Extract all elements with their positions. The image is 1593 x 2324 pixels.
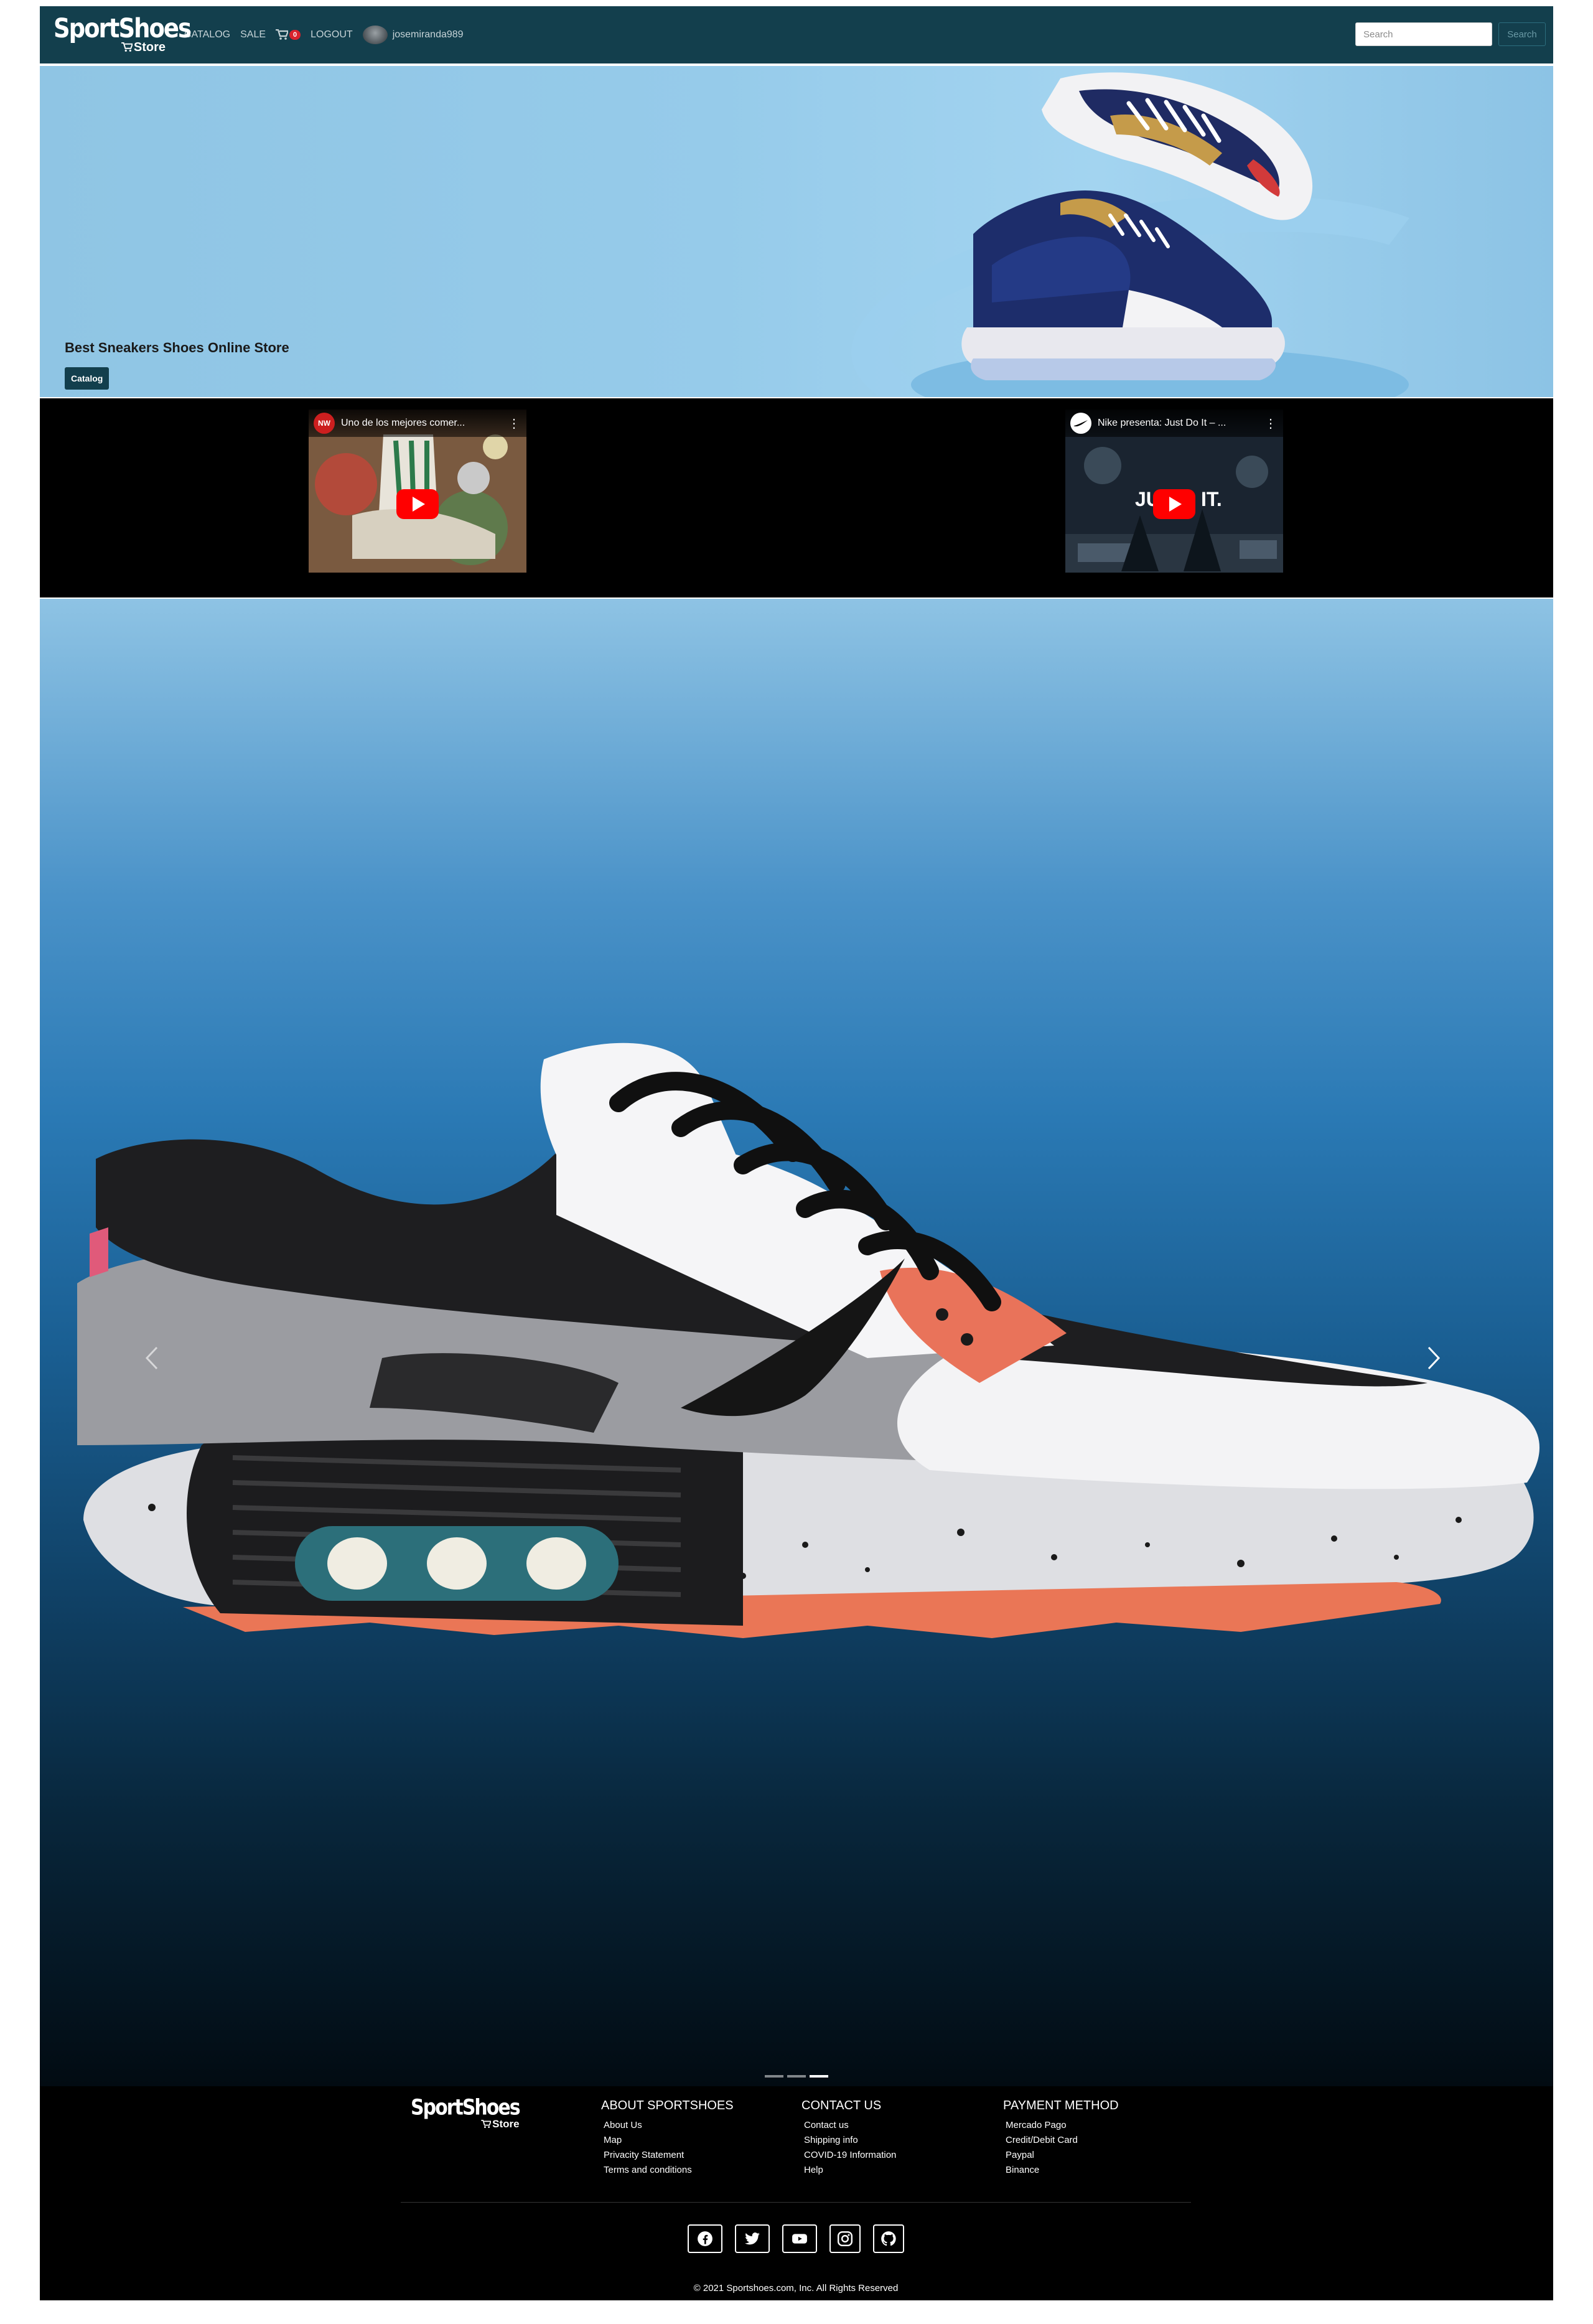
footer-link-privacy[interactable]: Privacity Statement <box>604 2150 684 2160</box>
twitter-icon <box>745 2233 760 2245</box>
youtube-button[interactable] <box>782 2224 817 2253</box>
carousel-prev-button[interactable] <box>139 1339 164 1377</box>
footer-inner: SportShoes Store ABOUT SPORTSHOES About … <box>401 2086 1191 2300</box>
carousel-next-button[interactable] <box>1421 1339 1446 1377</box>
video-overlay-text-right: IT. <box>1201 488 1222 510</box>
video-section: NW Uno de los mejores comer... ⋮ Nike pr… <box>40 398 1553 597</box>
shopping-cart-icon <box>276 29 289 40</box>
nav-catalog[interactable]: CATALOG <box>184 29 230 40</box>
cart-button[interactable]: 0 <box>276 29 301 40</box>
chevron-right-icon <box>1427 1346 1441 1370</box>
page-wrapper: SportShoes Store CATALOG SALE 0 LOGOUT j… <box>40 6 1553 2300</box>
nav-sale[interactable]: SALE <box>240 29 266 40</box>
footer-link-map[interactable]: Map <box>604 2135 622 2145</box>
username: josemiranda989 <box>392 29 464 40</box>
twitter-button[interactable] <box>735 2224 770 2253</box>
product-carousel <box>40 599 1553 2086</box>
youtube-channel-icon[interactable]: NW <box>314 413 335 434</box>
footer-about-heading: ABOUT SPORTSHOES <box>601 2099 734 2112</box>
video-player-1[interactable]: NW Uno de los mejores comer... ⋮ <box>309 410 526 573</box>
brand-name: SportShoes <box>54 12 192 44</box>
footer-payment-column: PAYMENT METHOD Mercado Pago Credit/Debit… <box>1003 2099 1119 2178</box>
hero-title: Best Sneakers Shoes Online Store <box>65 340 289 355</box>
footer-link-paypal[interactable]: Paypal <box>1006 2150 1034 2160</box>
carousel-sneaker-image <box>77 1043 1539 1638</box>
carousel-indicator-2[interactable] <box>787 2075 806 2078</box>
nav-links: CATALOG SALE 0 LOGOUT josemiranda989 <box>184 26 464 44</box>
carousel-indicators <box>40 2075 1553 2078</box>
footer-link-contact-us[interactable]: Contact us <box>804 2120 849 2130</box>
footer-link-covid[interactable]: COVID-19 Information <box>804 2150 896 2160</box>
footer-link-mercado-pago[interactable]: Mercado Pago <box>1006 2120 1067 2130</box>
social-links <box>401 2224 1191 2253</box>
facebook-button[interactable] <box>688 2224 722 2253</box>
footer-brand-name: SportShoes <box>411 2095 521 2120</box>
footer-link-shipping[interactable]: Shipping info <box>804 2135 858 2145</box>
youtube-icon <box>792 2234 807 2244</box>
footer-payment-heading: PAYMENT METHOD <box>1003 2099 1119 2112</box>
more-options-icon[interactable]: ⋮ <box>507 416 521 431</box>
footer-link-terms[interactable]: Terms and conditions <box>604 2165 692 2175</box>
footer-link-about-us[interactable]: About Us <box>604 2120 642 2130</box>
video-header-2: Nike presenta: Just Do It – ... ⋮ <box>1065 410 1283 437</box>
footer-brand-logo[interactable]: SportShoes Store <box>411 2095 521 2129</box>
facebook-icon <box>698 2231 712 2246</box>
play-button-icon[interactable] <box>1153 489 1195 519</box>
carousel-indicator-3[interactable] <box>810 2075 828 2078</box>
video-player-2[interactable]: Nike presenta: Just Do It – ... ⋮ JU IT. <box>1065 410 1283 573</box>
footer-divider <box>401 2202 1191 2203</box>
carousel-indicator-1[interactable] <box>765 2075 783 2078</box>
github-button[interactable] <box>873 2224 904 2253</box>
video-title-2[interactable]: Nike presenta: Just Do It – ... <box>1098 418 1257 429</box>
footer-contact-heading: CONTACT US <box>801 2099 882 2112</box>
video-title-1[interactable]: Uno de los mejores comer... <box>341 418 500 429</box>
footer-about-column: ABOUT SPORTSHOES About Us Map Privacity … <box>601 2099 734 2178</box>
footer-link-card[interactable]: Credit/Debit Card <box>1006 2135 1078 2145</box>
search-form: Search <box>1355 22 1546 46</box>
catalog-button[interactable]: Catalog <box>65 367 110 390</box>
hero-sneaker-image <box>961 72 1313 380</box>
chevron-left-icon <box>145 1346 158 1370</box>
instagram-button[interactable] <box>829 2224 861 2253</box>
instagram-icon <box>837 2231 853 2247</box>
more-options-icon[interactable]: ⋮ <box>1263 416 1278 431</box>
user-profile[interactable]: josemiranda989 <box>362 26 464 44</box>
nike-swoosh-icon <box>1073 420 1088 427</box>
hero-banner: Best Sneakers Shoes Online Store Catalog <box>40 66 1553 397</box>
navbar: SportShoes Store CATALOG SALE 0 LOGOUT j… <box>40 6 1553 63</box>
search-button[interactable]: Search <box>1498 22 1546 46</box>
footer-link-help[interactable]: Help <box>804 2165 823 2175</box>
play-button-icon[interactable] <box>396 489 439 519</box>
video-header-1: NW Uno de los mejores comer... ⋮ <box>309 410 526 437</box>
cart-icon <box>481 2119 492 2128</box>
search-input[interactable] <box>1355 22 1492 46</box>
footer-link-binance[interactable]: Binance <box>1006 2165 1039 2175</box>
nike-channel-icon[interactable] <box>1070 413 1091 434</box>
nav-logout[interactable]: LOGOUT <box>311 29 353 40</box>
footer: SportShoes Store ABOUT SPORTSHOES About … <box>40 2086 1553 2300</box>
brand-logo[interactable]: SportShoes Store <box>54 12 192 54</box>
github-icon <box>881 2231 896 2246</box>
copyright-text: © 2021 Sportshoes.com, Inc. All Rights R… <box>693 2283 899 2294</box>
footer-contact-column: CONTACT US Contact us Shipping info COVI… <box>801 2099 896 2178</box>
avatar <box>362 26 388 44</box>
cart-count-badge: 0 <box>289 30 301 40</box>
